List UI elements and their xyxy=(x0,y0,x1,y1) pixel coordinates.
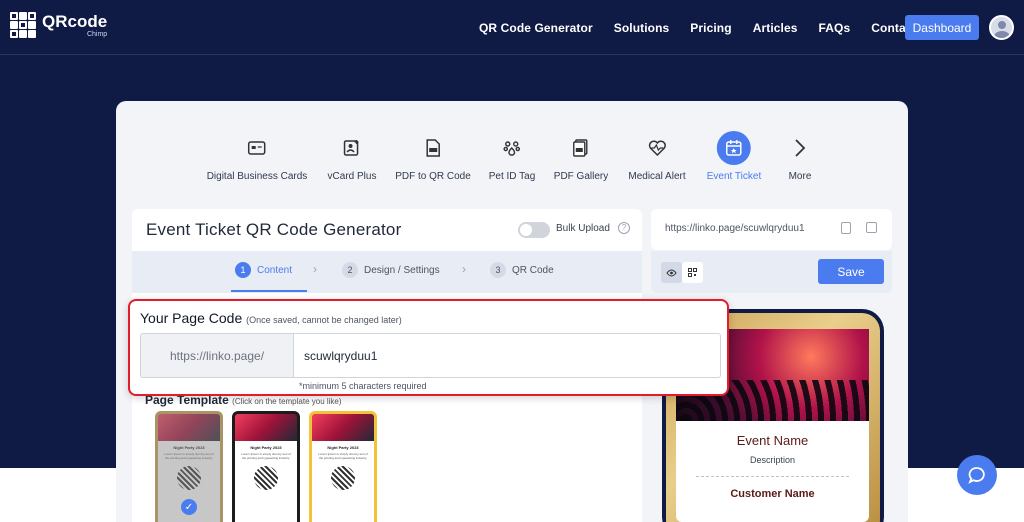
copy-icon[interactable] xyxy=(841,222,851,234)
chat-button[interactable] xyxy=(957,455,997,495)
heartbeat-icon xyxy=(640,131,674,165)
type-pet-id-tag[interactable]: Pet ID Tag xyxy=(488,131,536,182)
preview-url-bar: https://linko.page/scuwlqryduu1 xyxy=(651,209,892,250)
nav-qr-code-generator[interactable]: QR Code Generator xyxy=(479,21,593,35)
template-card[interactable]: Night Party 2023 Lorem Ipsum is simply d… xyxy=(309,411,377,522)
nav-articles[interactable]: Articles xyxy=(753,21,798,35)
calendar-icon xyxy=(717,131,751,165)
template-sheet: Night Party 2023 Lorem Ipsum is simply d… xyxy=(235,441,297,522)
chat-bubble-icon xyxy=(968,467,985,484)
template-name: Night Party 2023 xyxy=(327,445,359,450)
url-prefix: https://linko.page/ xyxy=(140,333,293,378)
type-label: vCard Plus xyxy=(327,171,377,182)
chevron-right-icon xyxy=(783,131,817,165)
page-code-input[interactable] xyxy=(293,333,721,378)
chevron-right-icon: › xyxy=(462,262,466,276)
page-code-title: Your Page Code (Once saved, cannot be ch… xyxy=(140,310,402,326)
top-navbar: QRcode Chimp QR Code Generator Solutions… xyxy=(0,0,1024,55)
preview-url[interactable]: https://linko.page/scuwlqryduu1 xyxy=(665,223,805,234)
vcard-icon xyxy=(335,131,369,165)
page-code-title-text: Your Page Code xyxy=(140,310,243,326)
page-code-note: (Once saved, cannot be changed later) xyxy=(246,315,402,325)
type-label: Medical Alert xyxy=(628,171,686,182)
save-button[interactable]: Save xyxy=(818,259,884,284)
nav-solutions[interactable]: Solutions xyxy=(614,21,670,35)
bulk-upload-label: Bulk Upload xyxy=(556,223,610,234)
dashed-divider xyxy=(696,476,849,477)
business-card-icon xyxy=(240,131,274,165)
check-icon: ✓ xyxy=(181,499,197,515)
step-tabs: 1 Content 2 Design / Settings 3 QR Code xyxy=(132,251,642,293)
event-description: Description xyxy=(749,455,796,465)
active-step-indicator xyxy=(231,290,307,292)
dashboard-button[interactable]: Dashboard xyxy=(905,15,979,40)
brand-name: QRcode xyxy=(42,12,108,31)
template-qr-icon xyxy=(252,464,280,492)
help-icon[interactable]: ? xyxy=(618,222,630,234)
user-avatar[interactable] xyxy=(989,15,1014,40)
step-label: Content xyxy=(257,264,293,276)
nav-pricing[interactable]: Pricing xyxy=(690,21,731,35)
brand-logo[interactable]: QRcode Chimp xyxy=(10,12,107,40)
template-note: (Click on the template you like) xyxy=(232,397,342,406)
type-label: PDF Gallery xyxy=(553,171,609,182)
page-code-hint: *minimum 5 characters required xyxy=(299,381,427,391)
type-pdf-to-qr[interactable]: PDF to QR Code xyxy=(395,131,471,182)
customer-name: Customer Name xyxy=(730,488,815,500)
type-label: Digital Business Cards xyxy=(206,171,308,182)
step-label: Design / Settings xyxy=(364,264,440,276)
type-pdf-gallery[interactable]: PDF Gallery xyxy=(554,131,608,182)
type-label: More xyxy=(788,171,812,182)
step-qr-code[interactable]: 3 QR Code xyxy=(490,262,554,278)
generator-header: Event Ticket QR Code Generator Bulk Uplo… xyxy=(132,209,642,251)
event-name: Event Name xyxy=(736,433,809,448)
page-code-panel: Your Page Code (Once saved, cannot be ch… xyxy=(128,299,729,396)
step-number: 3 xyxy=(490,262,506,278)
qr-type-bar: Digital Business Cards vCard Plus PDF to… xyxy=(116,131,908,191)
type-medical-alert[interactable]: Medical Alert xyxy=(628,131,686,182)
paw-icon xyxy=(495,131,529,165)
pdf-icon xyxy=(416,131,450,165)
template-sheet: Night Party 2023 Lorem Ipsum is simply d… xyxy=(312,441,374,522)
type-event-ticket[interactable]: Event Ticket xyxy=(707,131,761,182)
type-digital-business-cards[interactable]: Digital Business Cards xyxy=(206,131,308,182)
template-desc: Lorem Ipsum is simply dummy text of the … xyxy=(318,452,368,460)
template-qr-icon xyxy=(329,464,357,492)
step-design-settings[interactable]: 2 Design / Settings xyxy=(342,262,440,278)
chevron-right-icon: › xyxy=(313,262,317,276)
template-card[interactable]: Night Party 2023 Lorem Ipsum is simply d… xyxy=(232,411,300,522)
type-label: PDF to QR Code xyxy=(395,171,471,182)
type-label: Pet ID Tag xyxy=(488,171,536,182)
preview-toolbar: Save xyxy=(651,251,892,293)
bulk-upload-toggle[interactable] xyxy=(518,222,550,238)
qr-logo-icon xyxy=(10,12,36,40)
main-nav: QR Code Generator Solutions Pricing Arti… xyxy=(479,0,957,55)
page-title: Event Ticket QR Code Generator xyxy=(146,220,402,239)
template-desc: Lorem Ipsum is simply dummy text of the … xyxy=(241,452,291,460)
template-image xyxy=(312,414,374,441)
qr-code-icon[interactable] xyxy=(682,262,703,283)
type-label: Event Ticket xyxy=(706,171,762,182)
type-vcard-plus[interactable]: vCard Plus xyxy=(327,131,377,182)
brand-sub: Chimp xyxy=(86,31,108,38)
step-label: QR Code xyxy=(512,264,554,276)
template-name: Night Party 2023 xyxy=(250,445,282,450)
template-card[interactable]: Night Party 2023 Lorem Ipsum is simply d… xyxy=(155,411,223,522)
step-number: 1 xyxy=(235,262,251,278)
step-content[interactable]: 1 Content xyxy=(235,262,292,278)
nav-faqs[interactable]: FAQs xyxy=(819,21,851,35)
eye-icon[interactable] xyxy=(661,262,682,283)
template-image xyxy=(235,414,297,441)
type-more[interactable]: More xyxy=(783,131,817,182)
step-number: 2 xyxy=(342,262,358,278)
external-link-icon[interactable] xyxy=(866,222,877,233)
pdf-gallery-icon xyxy=(564,131,598,165)
